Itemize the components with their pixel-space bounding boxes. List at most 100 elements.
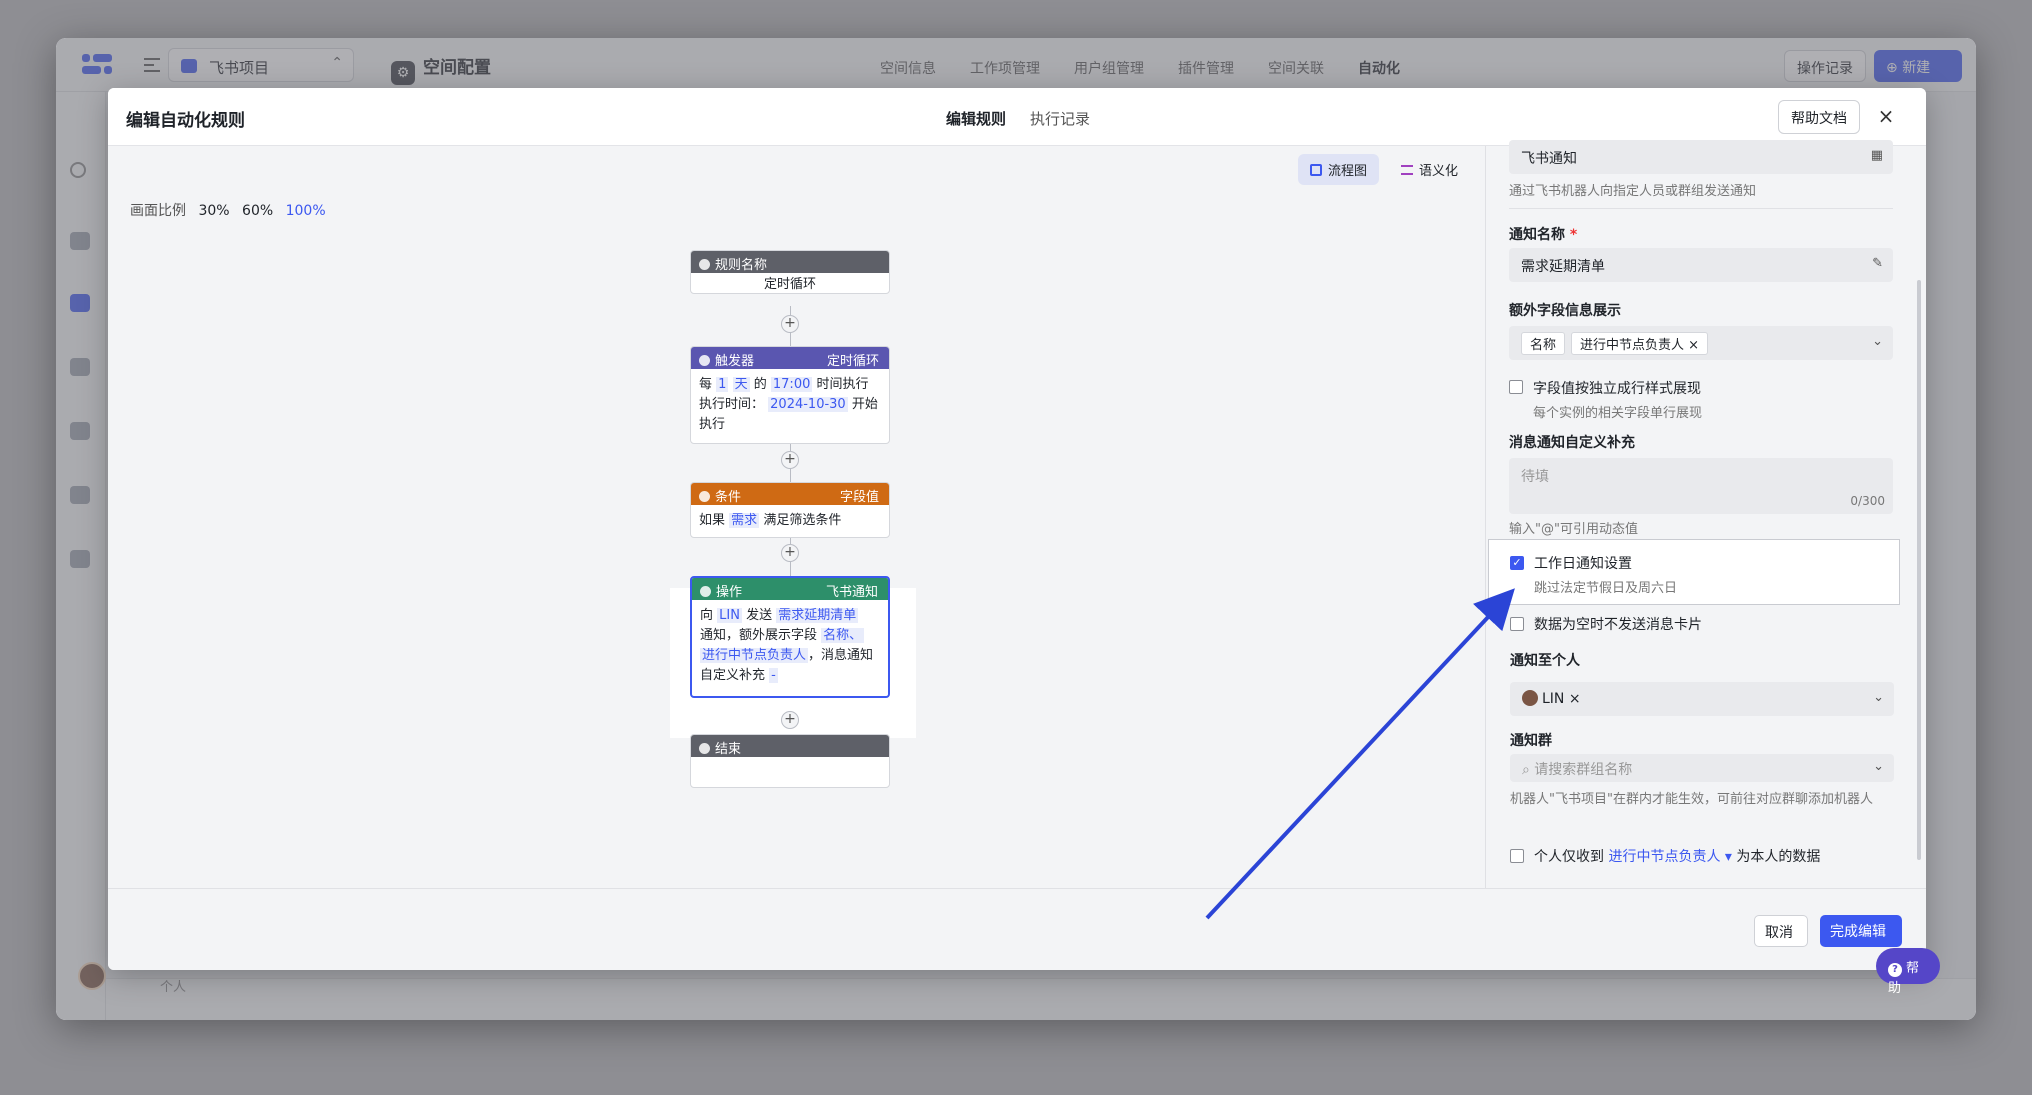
field-select[interactable]: 进行中节点负责人: [1608, 849, 1720, 865]
group-search-input[interactable]: ⌕ 请搜索群组名称 ⌄: [1510, 754, 1894, 782]
workbench-icon[interactable]: [70, 232, 90, 250]
space-title: ⚙ 空间配置: [391, 53, 491, 85]
collapse-menu-icon[interactable]: [144, 58, 160, 72]
view-switch: 流程图 语义化: [1298, 154, 1470, 185]
new-button[interactable]: ⊕ 新建: [1874, 50, 1962, 82]
app-topbar: 飞书项目 ⌃ ⚙ 空间配置 空间信息 工作项管理 用户组管理 插件管理 空间关联 …: [56, 38, 1976, 92]
field-chip: 进行中节点负责人 ×: [1571, 332, 1709, 355]
add-step-button[interactable]: +: [781, 451, 799, 469]
empty-data-checkbox[interactable]: [1510, 617, 1524, 631]
condition-node[interactable]: 条件 字段值 如果 需求 满足筛选条件: [690, 482, 890, 538]
team-icon[interactable]: [70, 422, 90, 440]
channel-select[interactable]: 飞书通知 ▦: [1509, 140, 1893, 174]
chevron-updown-icon: ⌃: [331, 55, 343, 71]
project-select[interactable]: 飞书项目 ⌃: [168, 48, 354, 82]
chevron-down-icon: ⌄: [1873, 690, 1884, 705]
divider: [1509, 208, 1893, 209]
independent-style-desc: 每个实例的相关字段单行展现: [1533, 406, 1703, 421]
add-step-button[interactable]: +: [781, 544, 799, 562]
tab-exec-records[interactable]: 执行记录: [1030, 108, 1090, 129]
help-doc-button[interactable]: 帮助文档: [1778, 100, 1860, 134]
remove-icon[interactable]: ×: [1569, 691, 1581, 707]
app-bottom-strip: [106, 978, 1976, 1020]
search-icon[interactable]: [70, 162, 86, 178]
avatar: [1522, 690, 1538, 706]
tab-edit-rule[interactable]: 编辑规则: [946, 108, 1006, 129]
project-name: 飞书项目: [209, 59, 270, 77]
flowchart-icon: [1310, 164, 1322, 176]
condition-icon: [699, 491, 710, 502]
channel-desc: 通过飞书机器人向指定人员或群组发送通知: [1509, 184, 1757, 199]
action-icon: [700, 586, 711, 597]
group-hint: 机器人"飞书项目"在群内才能生效，可前往对应群聊添加机器人: [1510, 792, 1873, 807]
to-person-select[interactable]: LIN × ⌄: [1510, 682, 1894, 716]
close-icon[interactable]: ×: [1872, 102, 1900, 130]
gear-icon: ⚙: [391, 61, 415, 85]
operation-log-button[interactable]: 操作记录: [1784, 50, 1866, 82]
workday-desc: 跳过法定节假日及周六日: [1534, 581, 1678, 596]
add-step-button[interactable]: +: [781, 711, 799, 729]
tab-automation[interactable]: 自动化: [1358, 58, 1400, 78]
zoom-60[interactable]: 60%: [242, 203, 273, 219]
end-node: 结束: [690, 734, 890, 788]
end-icon: [699, 743, 710, 754]
personal-label: 个人: [160, 980, 187, 995]
list-icon: [1401, 165, 1414, 175]
help-button[interactable]: ? 帮助: [1876, 948, 1940, 996]
favorite-icon[interactable]: [70, 358, 90, 376]
personal-only-checkbox[interactable]: [1510, 849, 1524, 863]
remove-icon[interactable]: ×: [1688, 338, 1699, 353]
tab-space-info[interactable]: 空间信息: [880, 58, 936, 78]
empty-data-label: 数据为空时不发送消息卡片: [1534, 617, 1702, 633]
zoom-30[interactable]: 30%: [198, 203, 229, 219]
tab-usergroup[interactable]: 用户组管理: [1074, 58, 1144, 78]
project-icon: [181, 59, 197, 73]
custom-label: 消息通知自定义补充: [1509, 435, 1635, 451]
tab-relations[interactable]: 空间关联: [1268, 58, 1324, 78]
workday-checkbox[interactable]: ✓: [1510, 556, 1524, 570]
view-semantic-button[interactable]: 语义化: [1389, 154, 1470, 185]
tab-plugins[interactable]: 插件管理: [1178, 58, 1234, 78]
edit-automation-modal: 编辑自动化规则 编辑规则 执行记录 帮助文档 × 流程图 语义化 画面比例 30…: [108, 88, 1926, 970]
to-person-label: 通知至个人: [1510, 653, 1580, 669]
zoom-100[interactable]: 100%: [286, 203, 326, 219]
notify-name-label: 通知名称 *: [1509, 227, 1578, 243]
app-logo-icon: [82, 52, 112, 78]
user-avatar[interactable]: [78, 962, 106, 990]
extra-fields-label: 额外字段信息展示: [1509, 303, 1621, 319]
char-count: 0/300: [1850, 494, 1885, 508]
field-chip: 名称: [1521, 332, 1566, 355]
panel-scrollbar[interactable]: [1917, 280, 1921, 860]
custom-hint: 输入"@"可引用动态值: [1509, 522, 1638, 537]
independent-style-checkbox[interactable]: [1509, 380, 1523, 394]
tab-workitem[interactable]: 工作项管理: [970, 58, 1040, 78]
extra-fields-select[interactable]: 名称 进行中节点负责人 × ⌄: [1509, 326, 1893, 360]
view-flow-button[interactable]: 流程图: [1298, 154, 1380, 185]
rule-name-node[interactable]: 规则名称 定时循环: [690, 250, 890, 294]
trigger-node[interactable]: 触发器 定时循环 每 1 天 的 17:00 时间执行 执行时间： 2024-10…: [690, 346, 890, 444]
notify-name-input[interactable]: 需求延期清单 ✎: [1509, 248, 1893, 282]
template-icon[interactable]: [70, 550, 90, 568]
workday-label: 工作日通知设置: [1534, 556, 1632, 572]
question-icon: ?: [1888, 963, 1902, 977]
search-icon: ⌕: [1522, 762, 1530, 778]
caret-down-icon: ▾: [1720, 849, 1732, 865]
modal-footer: 取消 完成编辑: [108, 888, 1926, 970]
cancel-button[interactable]: 取消: [1754, 915, 1808, 947]
modal-header: 编辑自动化规则 编辑规则 执行记录 帮助文档 ×: [108, 88, 1926, 146]
add-step-button[interactable]: +: [781, 315, 799, 333]
modal-title: 编辑自动化规则: [126, 111, 245, 131]
modal-tabs: 编辑规则 执行记录: [946, 108, 1090, 129]
grid-icon: ▦: [1870, 148, 1883, 163]
custom-textarea[interactable]: 待填 0/300: [1509, 458, 1893, 514]
space-icon[interactable]: [70, 294, 90, 312]
trigger-icon: [699, 355, 710, 366]
action-node[interactable]: 操作 飞书通知 向 LIN 发送 需求延期清单 通知，额外展示字段 名称、 进行中…: [690, 576, 890, 698]
zoom-scale: 画面比例 30% 60% 100%: [130, 203, 326, 219]
done-button[interactable]: 完成编辑: [1820, 915, 1902, 947]
notification-icon[interactable]: [70, 486, 90, 504]
chevron-down-icon: ⌄: [1873, 759, 1884, 774]
edit-icon[interactable]: ✎: [1872, 256, 1883, 271]
top-tabs: 空间信息 工作项管理 用户组管理 插件管理 空间关联 自动化: [880, 58, 1400, 78]
group-label: 通知群: [1510, 733, 1552, 749]
